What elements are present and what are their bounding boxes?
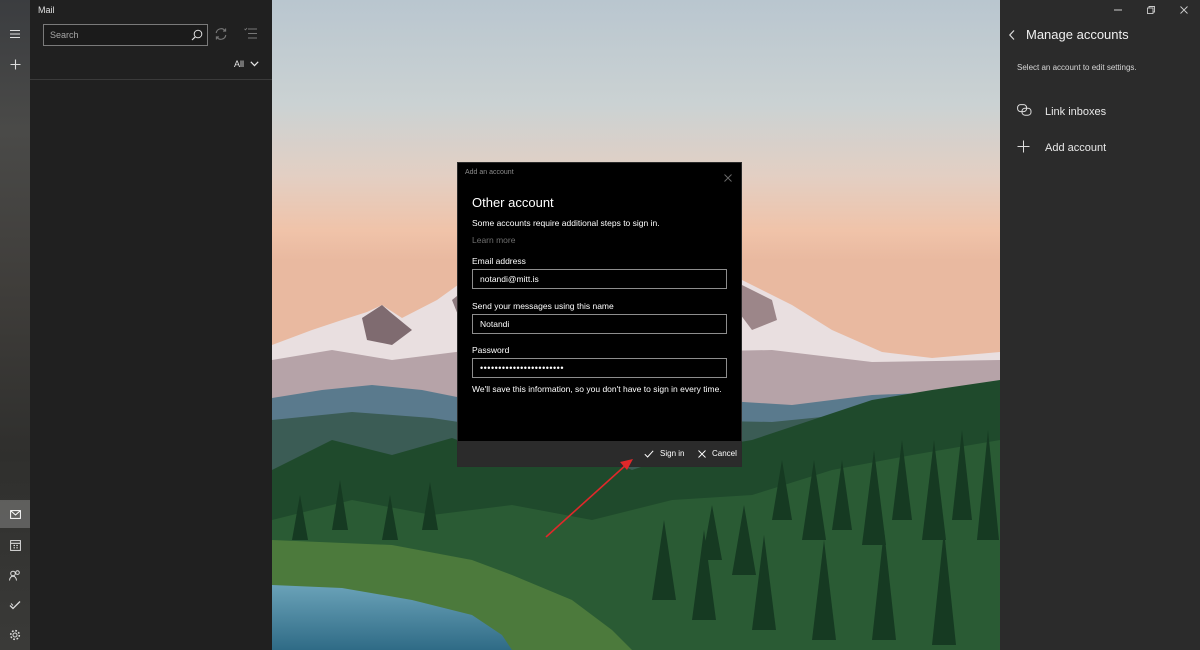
mail-list-pane: Mail All — [30, 0, 272, 650]
close-icon — [698, 449, 706, 458]
search-button[interactable] — [191, 28, 203, 46]
display-name-label: Send your messages using this name — [472, 301, 614, 311]
minimize-icon — [1113, 9, 1122, 11]
pane-subtitle: Select an account to edit settings. — [1017, 63, 1137, 72]
add-account-label: Add account — [1045, 142, 1107, 154]
people-nav-button[interactable] — [0, 561, 30, 589]
hamburger-icon — [10, 29, 20, 39]
password-label: Password — [472, 345, 510, 355]
todo-icon — [9, 601, 21, 610]
todo-nav-button[interactable] — [0, 591, 30, 619]
email-field[interactable] — [472, 269, 727, 289]
close-window-button[interactable] — [1167, 0, 1200, 20]
mail-nav-button[interactable] — [0, 500, 30, 528]
save-info-note: We'll save this information, so you don'… — [472, 384, 722, 394]
sync-icon — [215, 28, 227, 40]
learn-more-link[interactable]: Learn more — [472, 235, 515, 245]
chevron-down-icon — [250, 61, 259, 67]
plus-icon — [1017, 140, 1030, 153]
close-icon — [724, 174, 732, 182]
hamburger-menu-button[interactable] — [0, 20, 30, 48]
restore-button[interactable] — [1134, 0, 1167, 20]
app-rail — [0, 0, 30, 650]
password-field[interactable] — [472, 358, 727, 378]
add-account-button[interactable]: Add account — [1017, 140, 1106, 156]
link-inboxes-button[interactable]: Link inboxes — [1017, 104, 1106, 119]
sign-in-label: Sign in — [660, 449, 685, 458]
list-divider — [30, 79, 272, 80]
manage-accounts-pane: Manage accounts Select an account to edi… — [1000, 0, 1200, 650]
selection-mode-icon — [244, 27, 257, 39]
window-controls — [1101, 0, 1200, 20]
mail-icon — [9, 509, 21, 519]
chevron-left-icon — [1008, 30, 1015, 40]
search-box[interactable] — [43, 24, 208, 46]
selection-mode-button[interactable] — [244, 27, 258, 45]
search-icon — [191, 29, 203, 41]
close-icon — [1179, 6, 1188, 14]
calendar-icon — [9, 539, 21, 551]
app-title: Mail — [38, 5, 55, 15]
new-mail-button[interactable] — [0, 50, 30, 78]
dialog-footer: Sign in Cancel — [458, 441, 741, 466]
display-name-field[interactable] — [472, 314, 727, 334]
minimize-button[interactable] — [1101, 0, 1134, 20]
checkmark-icon — [644, 449, 654, 458]
email-label: Email address — [472, 256, 526, 266]
people-icon — [9, 569, 20, 581]
pane-title: Manage accounts — [1026, 27, 1129, 42]
link-icon — [1017, 104, 1032, 116]
compose-plus-icon — [10, 59, 20, 69]
back-button[interactable] — [1008, 28, 1016, 46]
gear-icon — [9, 629, 21, 641]
cancel-button[interactable]: Cancel — [698, 441, 737, 466]
sync-button[interactable] — [214, 27, 228, 46]
restore-icon — [1146, 6, 1155, 14]
sign-in-button[interactable]: Sign in — [644, 441, 684, 466]
link-inboxes-label: Link inboxes — [1045, 105, 1107, 118]
filter-dropdown[interactable]: All — [234, 59, 259, 69]
dialog-description: Some accounts require additional steps t… — [472, 218, 660, 228]
search-input[interactable] — [44, 25, 185, 45]
settings-nav-button[interactable] — [0, 621, 30, 649]
add-account-dialog: Add an account Other account Some accoun… — [457, 162, 742, 467]
dialog-close-button[interactable] — [724, 169, 732, 187]
calendar-nav-button[interactable] — [0, 531, 30, 559]
dialog-title: Other account — [472, 195, 554, 210]
filter-selected-label: All — [234, 59, 245, 69]
dialog-header: Add an account — [465, 169, 514, 176]
cancel-label: Cancel — [712, 449, 737, 458]
